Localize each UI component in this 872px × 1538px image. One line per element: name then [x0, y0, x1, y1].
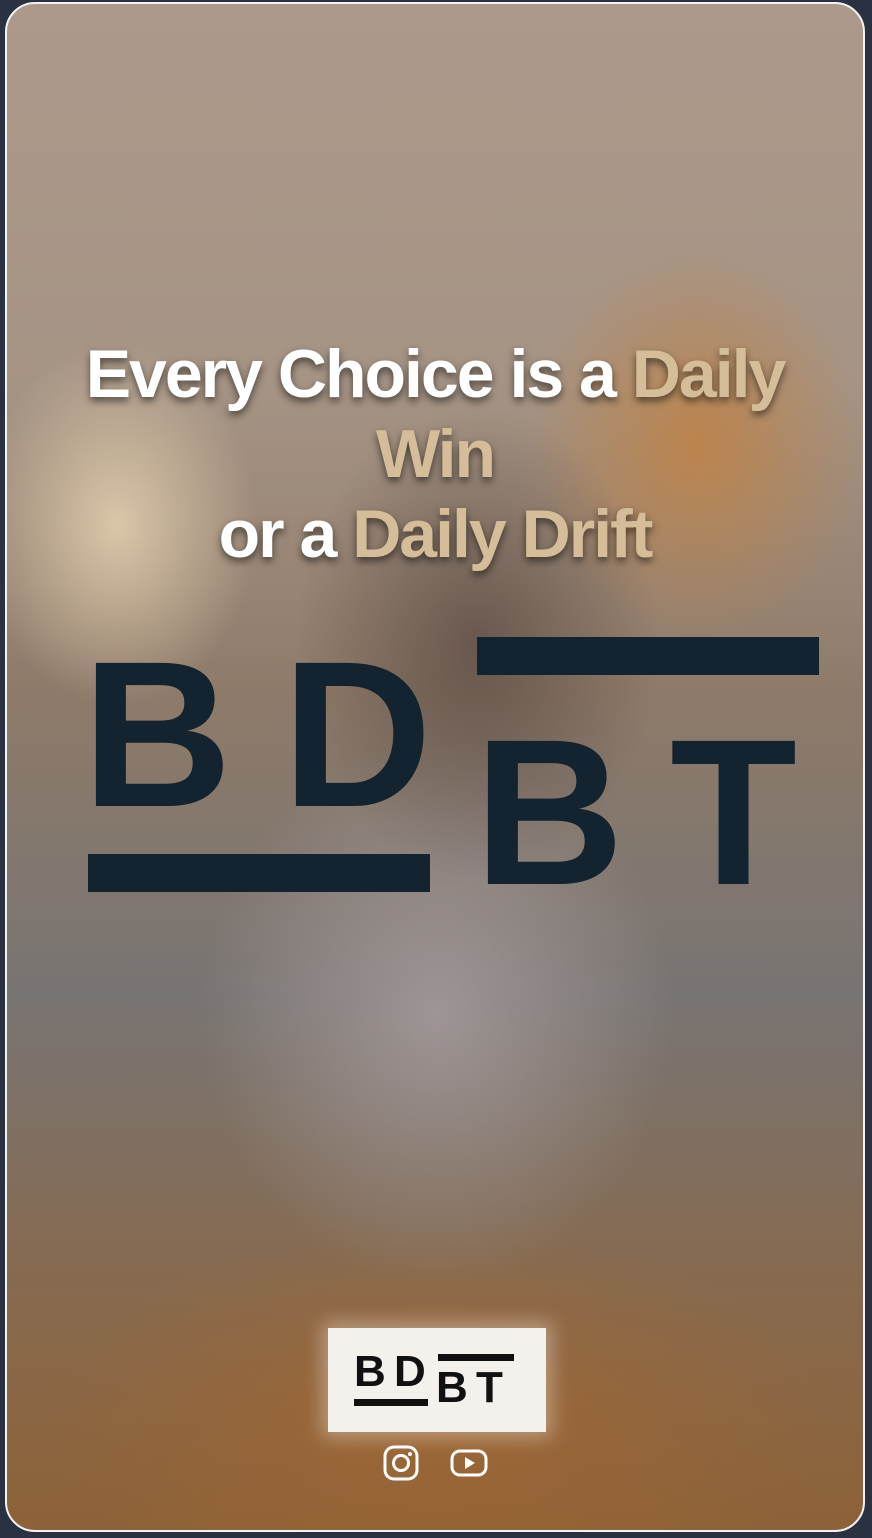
headline: Every Choice is a Daily Win or a Daily D… — [7, 334, 863, 574]
headline-highlight-drift: Daily Drift — [352, 496, 653, 572]
instagram-icon[interactable] — [382, 1444, 420, 1482]
logo-letter-t: T — [670, 697, 797, 899]
logo-underline-bar — [88, 854, 430, 892]
headline-line-1: Every Choice is a Daily — [85, 336, 787, 412]
headline-highlight-win: Win — [375, 416, 496, 492]
headline-highlight-daily: Daily — [631, 336, 787, 412]
footer-logo-badge[interactable]: B D B T — [328, 1328, 546, 1432]
logo-letter-b1: B — [82, 634, 232, 851]
logo-letter-b2: B — [474, 697, 624, 899]
headline-line-3: or a Daily Drift — [218, 496, 654, 572]
footer-logo-mark: B D B T — [354, 1348, 514, 1410]
logo-overline-bar — [477, 637, 819, 675]
social-links — [7, 1444, 863, 1482]
svg-text:B: B — [354, 1348, 386, 1396]
svg-text:B: B — [436, 1363, 468, 1410]
youtube-icon[interactable] — [450, 1444, 488, 1482]
svg-text:T: T — [476, 1363, 503, 1410]
svg-text:D: D — [394, 1348, 426, 1396]
logo-letter-d: D — [282, 634, 432, 851]
bdbt-logo: B D B T — [82, 634, 819, 899]
video-frame: Every Choice is a Daily Win or a Daily D… — [5, 2, 865, 1532]
